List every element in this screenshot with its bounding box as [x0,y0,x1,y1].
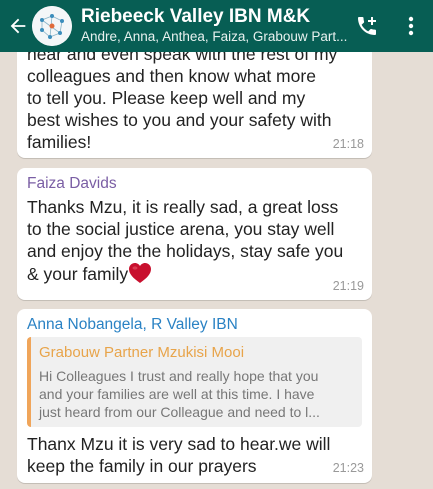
quoted-sender: Grabouw Partner Mzukisi Mooi [39,344,245,361]
back-button[interactable] [4,0,32,52]
message-text: Thanx Mzu it is very sad to hear.we will… [27,433,362,477]
message-line: to the social justice arena, you stay we… [27,219,335,239]
arrow-left-icon [10,18,26,34]
message-line: & your family [27,262,362,285]
group-name: Riebeeck Valley IBN M&K [81,6,311,27]
quoted-line: just heard from our Colleague and need t… [39,404,320,420]
message-text: Thanks Mzu, it is really sad, a great lo… [27,196,362,285]
message-line: best wishes to you and your safety with [27,110,332,130]
message-line: families! [27,132,92,152]
sender-name[interactable]: Faiza Davids [27,174,362,194]
message-line: to tell you. Please keep well and my [27,88,306,108]
more-vert-icon [408,16,414,36]
message-line-text: & your family [27,264,129,284]
add-call-button[interactable] [345,0,389,52]
message-text: hear and even speak with the rest of my … [27,52,362,153]
message-bubble[interactable]: hear and even speak with the rest of my … [17,52,372,158]
message-time: 21:19 [332,279,364,293]
message-line: Thanks Mzu, it is really sad, a great lo… [27,197,339,217]
quoted-line: and your families are well at this time.… [39,386,315,402]
message-line: keep the family in our prayers [27,456,257,476]
message-line: colleagues and then know what more [27,66,316,86]
quoted-line: Hi Colleagues I trust and really hope th… [39,368,319,384]
message-time: 21:23 [332,461,364,475]
message-bubble[interactable]: Anna Nobangela, R Valley IBN Grabouw Par… [17,309,372,483]
menu-button[interactable] [389,0,433,52]
network-logo-icon [32,6,72,46]
red-heart-icon [129,263,152,283]
chat-title-block[interactable]: Riebeeck Valley IBN M&K Andre, Anna, Ant… [81,6,351,46]
phone-plus-icon [358,17,376,35]
message-line: hear and even speak with the rest of my [27,52,338,64]
message-bubble[interactable]: Faiza Davids Thanks Mzu, it is really sa… [17,168,372,300]
chat-header: Riebeeck Valley IBN M&K Andre, Anna, Ant… [0,0,433,52]
sender-name[interactable]: Anna Nobangela, R Valley IBN [27,315,362,335]
quoted-message[interactable]: Grabouw Partner Mzukisi Mooi Hi Colleagu… [27,337,362,427]
message-list[interactable]: hear and even speak with the rest of my … [0,52,433,489]
group-avatar[interactable] [32,6,72,46]
message-line: Thanx Mzu it is very sad to hear.we will [27,434,331,454]
quoted-text: Hi Colleagues I trust and really hope th… [39,367,354,421]
participants-list: Andre, Anna, Anthea, Faiza, Grabouw Part… [81,29,348,44]
message-time: 21:18 [332,137,364,151]
message-line: and enjoy the the holidays, stay safe yo… [27,241,344,261]
